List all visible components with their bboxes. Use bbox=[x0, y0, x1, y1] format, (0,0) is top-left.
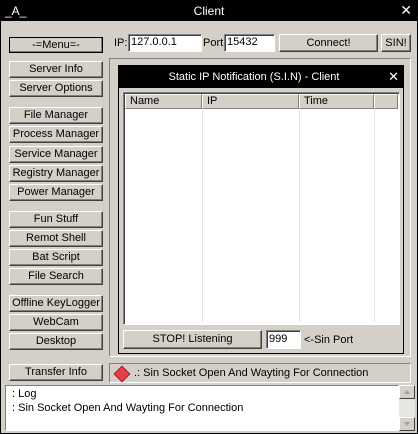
log-textbox[interactable]: : Log : Sin Socket Open And Wayting For … bbox=[5, 385, 399, 431]
connect-button[interactable]: Connect! bbox=[279, 34, 378, 52]
sin-port-input[interactable]: 999 bbox=[266, 330, 301, 349]
sin-port-label: <-Sin Port bbox=[304, 334, 354, 346]
close-icon[interactable]: ✕ bbox=[400, 2, 412, 19]
column-divider bbox=[299, 109, 300, 322]
menu-button[interactable]: -=Menu=- bbox=[9, 37, 103, 53]
bat-script-button[interactable]: Bat Script bbox=[9, 249, 103, 266]
offline-keylogger-button[interactable]: Offline KeyLogger bbox=[9, 295, 103, 312]
column-header-ip[interactable]: IP bbox=[202, 94, 299, 109]
scroll-up-button[interactable] bbox=[399, 385, 415, 399]
column-header-spacer bbox=[374, 94, 398, 109]
status-diamond-icon bbox=[113, 365, 131, 383]
server-options-button[interactable]: Server Options bbox=[9, 80, 103, 97]
sin-button[interactable]: SIN! bbox=[381, 34, 411, 52]
column-header-name[interactable]: Name bbox=[125, 94, 202, 109]
process-manager-button[interactable]: Process Manager bbox=[9, 126, 103, 143]
transfer-info-button[interactable]: Transfer Info bbox=[9, 364, 103, 381]
log-line: : Log bbox=[12, 388, 37, 400]
ip-label: IP: bbox=[114, 37, 128, 49]
webcam-button[interactable]: WebCam bbox=[9, 314, 103, 331]
sin-window: Static IP Notification (S.I.N) - Client … bbox=[118, 65, 404, 354]
client-window: _A_ Client ✕ -=Menu=- Server Info Server… bbox=[0, 0, 418, 434]
scroll-down-button[interactable] bbox=[399, 417, 415, 431]
sin-connections-list[interactable]: Name IP Time bbox=[123, 92, 400, 325]
status-text: .: Sin Socket Open And Wayting For Conne… bbox=[134, 367, 369, 379]
sin-close-icon[interactable]: ✕ bbox=[388, 69, 399, 85]
server-info-button[interactable]: Server Info bbox=[9, 61, 103, 78]
registry-manager-button[interactable]: Registry Manager bbox=[9, 165, 103, 182]
column-divider bbox=[374, 109, 375, 322]
file-manager-button[interactable]: File Manager bbox=[9, 107, 103, 124]
window-title: Client bbox=[193, 4, 225, 18]
title-bar: _A_ Client ✕ bbox=[1, 1, 417, 21]
file-search-button[interactable]: File Search bbox=[9, 268, 103, 285]
power-manager-button[interactable]: Power Manager bbox=[9, 184, 103, 201]
column-header-time[interactable]: Time bbox=[299, 94, 374, 109]
port-input[interactable]: 15432 bbox=[224, 34, 275, 52]
fun-stuff-button[interactable]: Fun Stuff bbox=[9, 211, 103, 228]
sin-window-title: Static IP Notification (S.I.N) - Client bbox=[168, 71, 340, 83]
port-label: Port bbox=[203, 37, 224, 49]
arrow-up-icon bbox=[404, 390, 410, 394]
status-bar: .: Sin Socket Open And Wayting For Conne… bbox=[109, 363, 411, 383]
stop-listening-button[interactable]: STOP! Listening bbox=[123, 330, 262, 349]
column-divider bbox=[202, 109, 203, 322]
log-scrollbar[interactable] bbox=[399, 385, 415, 431]
sin-title-bar: Static IP Notification (S.I.N) - Client … bbox=[119, 66, 403, 88]
ip-input[interactable]: 127.0.0.1 bbox=[128, 34, 202, 52]
arrow-down-icon bbox=[404, 422, 410, 426]
remote-shell-button[interactable]: Remot Shell bbox=[9, 230, 103, 247]
service-manager-button[interactable]: Service Manager bbox=[9, 146, 103, 163]
log-line: : Sin Socket Open And Wayting For Connec… bbox=[12, 402, 244, 414]
desktop-button[interactable]: Desktop bbox=[9, 333, 103, 350]
